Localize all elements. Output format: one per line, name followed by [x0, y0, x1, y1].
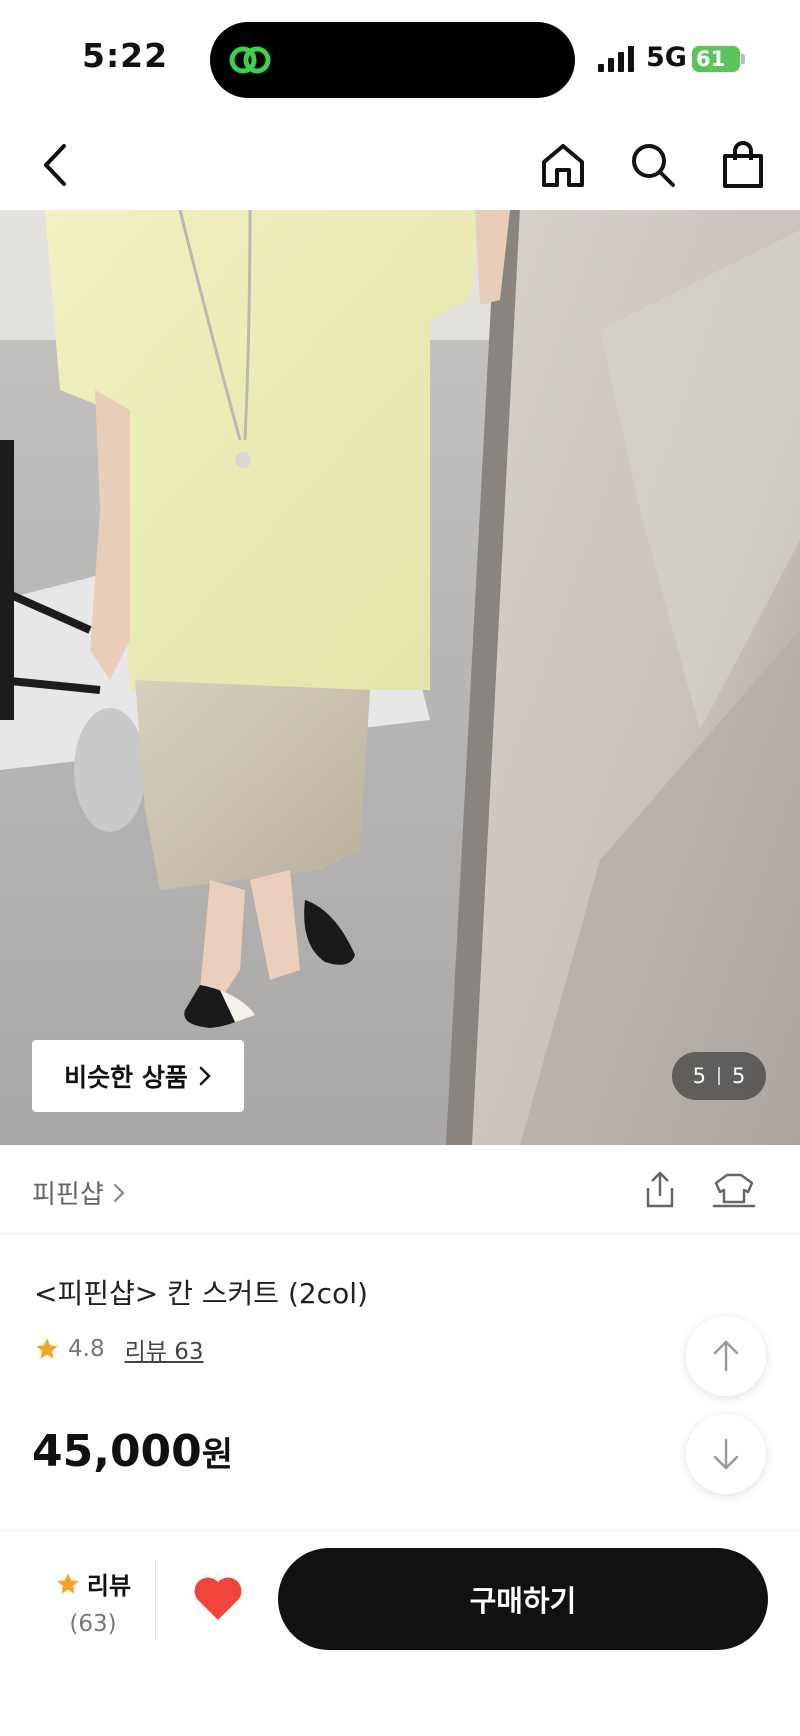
- arrow-down-icon: [713, 1438, 739, 1470]
- similar-products-button[interactable]: 비슷한 상품: [32, 1040, 244, 1112]
- review-summary-label: 리뷰: [86, 1572, 132, 1600]
- star-icon: [36, 1338, 58, 1359]
- image-counter-total: 5: [732, 1064, 746, 1088]
- heart-icon[interactable]: [192, 1574, 244, 1622]
- home-icon[interactable]: [538, 140, 588, 190]
- arrow-up-icon: [713, 1340, 739, 1372]
- battery-indicator: 61: [692, 46, 740, 72]
- product-title: <피핀샵> 칸 스커트 (2col): [34, 1277, 368, 1310]
- image-counter: 5 5: [672, 1052, 766, 1100]
- price-value: 45,000: [32, 1426, 202, 1477]
- bottom-divider: [155, 1560, 156, 1640]
- signal-icon: [598, 46, 634, 72]
- link-app-icon: [229, 46, 271, 74]
- status-time: 5:22: [82, 36, 169, 75]
- share-icon[interactable]: [640, 1170, 680, 1210]
- price-currency: 원: [201, 1435, 234, 1475]
- scroll-up-button[interactable]: [686, 1316, 766, 1396]
- battery-level: 61: [696, 47, 726, 71]
- rating-row: 4.8 리뷰 63: [34, 1332, 203, 1366]
- product-image[interactable]: [0, 210, 800, 1145]
- review-summary-label-row: 리뷰: [38, 1566, 148, 1601]
- chevron-right-icon: [199, 1066, 211, 1086]
- buy-button[interactable]: 구매하기: [278, 1548, 768, 1650]
- review-summary-count: (63): [69, 1611, 117, 1637]
- review-link[interactable]: 리뷰 63: [125, 1332, 204, 1366]
- search-icon[interactable]: [628, 140, 678, 190]
- star-icon: [57, 1572, 79, 1594]
- review-summary-button[interactable]: 리뷰 (63): [38, 1566, 148, 1637]
- battery-tip: [741, 54, 745, 64]
- shop-link[interactable]: 피핀샵: [32, 1174, 126, 1211]
- back-arrow-icon[interactable]: [32, 140, 82, 190]
- shopping-bag-icon[interactable]: [718, 140, 768, 190]
- image-counter-current: 5: [692, 1064, 706, 1088]
- network-type: 5G: [646, 42, 687, 73]
- rating-value: 4.8: [68, 1336, 105, 1362]
- shop-name: 피핀샵: [32, 1180, 104, 1210]
- product-price: 45,000원: [32, 1426, 233, 1477]
- chevron-right-icon: [113, 1183, 125, 1202]
- similar-products-label: 비슷한 상품: [64, 1063, 188, 1092]
- closet-icon[interactable]: [712, 1170, 756, 1210]
- scroll-down-button[interactable]: [686, 1414, 766, 1494]
- image-counter-divider: [718, 1067, 720, 1085]
